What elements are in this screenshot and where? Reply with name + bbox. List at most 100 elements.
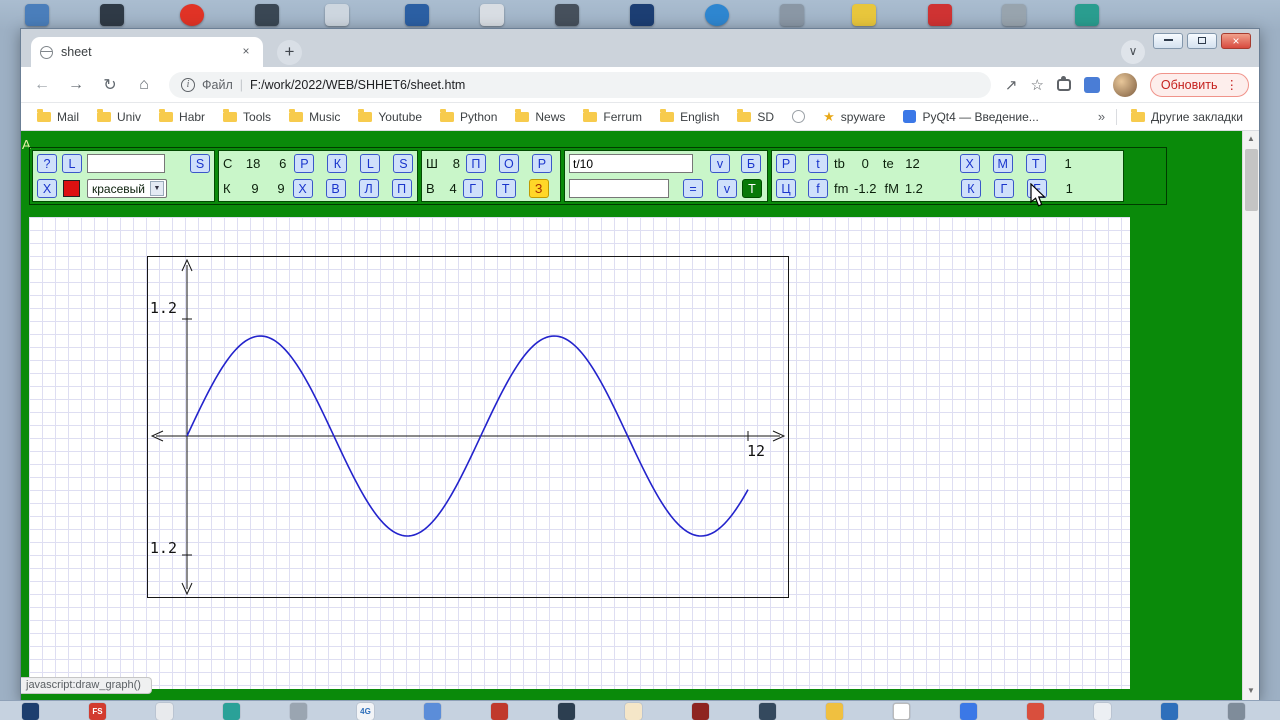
profile-avatar[interactable] <box>1112 72 1137 97</box>
window-close-button[interactable]: × <box>1221 33 1251 49</box>
bookmark-tools[interactable]: Tools <box>215 107 279 127</box>
desktop-icon[interactable] <box>25 4 49 26</box>
forward-icon[interactable]: → <box>63 72 89 98</box>
taskbar-icon[interactable] <box>1094 703 1111 720</box>
k-button[interactable]: К <box>327 154 348 173</box>
desktop-icon[interactable] <box>1075 4 1099 26</box>
scroll-down-icon[interactable]: ▼ <box>1243 683 1259 699</box>
taskbar-icon[interactable] <box>692 703 709 720</box>
bookmark-music[interactable]: Music <box>281 107 348 127</box>
desktop-icon[interactable] <box>100 4 124 26</box>
desktop-icon[interactable] <box>780 4 804 26</box>
bookmarks-overflow-icon[interactable]: » <box>1093 109 1110 124</box>
equals-button[interactable]: = <box>683 179 703 198</box>
window-maximize-button[interactable] <box>1187 33 1217 49</box>
bookmark-univ[interactable]: Univ <box>89 107 149 127</box>
window-minimize-button[interactable] <box>1153 33 1183 49</box>
bookmark-mail[interactable]: Mail <box>29 107 87 127</box>
taskbar-icon[interactable] <box>156 703 173 720</box>
address-bar[interactable]: i Файл | F:/work/2022/WEB/SHHET6/sheet.h… <box>169 71 991 98</box>
l3-button[interactable]: Л <box>358 179 379 198</box>
bookmark-english[interactable]: English <box>652 107 727 127</box>
p2-button[interactable]: П <box>465 154 486 173</box>
f-button[interactable]: f <box>808 179 828 198</box>
taskbar-icon[interactable] <box>22 703 39 720</box>
taskbar-icon[interactable] <box>1161 703 1178 720</box>
taskbar-icon[interactable] <box>558 703 575 720</box>
m-button[interactable]: М <box>992 154 1013 173</box>
bookmark-youtube[interactable]: Youtube <box>350 107 430 127</box>
taskbar-icon[interactable] <box>625 703 642 720</box>
x-button[interactable]: X <box>37 179 57 198</box>
bookmark-globe[interactable] <box>784 107 813 126</box>
bookmark-ferrum[interactable]: Ferrum <box>575 107 650 127</box>
bookmark-star-icon[interactable]: ☆ <box>1030 76 1043 94</box>
page-scrollbar[interactable]: ▲ ▼ <box>1242 131 1259 701</box>
tab-search-chevron-icon[interactable]: ∨ <box>1121 40 1145 64</box>
color-swatch[interactable] <box>63 180 80 197</box>
home-icon[interactable]: ⌂ <box>131 72 157 98</box>
p-button[interactable]: П <box>391 179 412 198</box>
desktop-icon[interactable] <box>255 4 279 26</box>
formula-input[interactable] <box>569 154 693 173</box>
desktop-icon[interactable] <box>630 4 654 26</box>
x2-button[interactable]: Х <box>292 179 313 198</box>
s2-button[interactable]: S <box>393 154 414 173</box>
r3-button[interactable]: Р <box>776 154 796 173</box>
taskbar-icon-4g[interactable]: 4G <box>357 703 374 720</box>
desktop-icon[interactable] <box>852 4 876 26</box>
t2-button[interactable]: t <box>808 154 828 173</box>
taskbar-icon[interactable] <box>290 703 307 720</box>
desktop-icon[interactable] <box>1002 4 1026 26</box>
desktop-icon[interactable] <box>705 4 729 26</box>
t3-button[interactable]: Т <box>1025 154 1046 173</box>
taskbar-icon[interactable] <box>826 703 843 720</box>
share-icon[interactable]: ↗ <box>1005 76 1018 94</box>
taskbar-icon[interactable] <box>893 703 910 720</box>
g-button[interactable]: Г <box>462 179 483 198</box>
other-bookmarks[interactable]: Другие закладки <box>1123 107 1251 127</box>
l-button[interactable]: L <box>62 154 82 173</box>
s-button[interactable]: S <box>190 154 210 173</box>
formula-input2[interactable] <box>569 179 669 198</box>
r-button[interactable]: Р <box>294 154 315 173</box>
v2-button[interactable]: v <box>710 154 730 173</box>
desktop-icon[interactable] <box>325 4 349 26</box>
bookmark-news[interactable]: News <box>507 107 573 127</box>
taskbar-icon[interactable] <box>759 703 776 720</box>
g2-button[interactable]: Г <box>993 179 1014 198</box>
taskbar-icon[interactable] <box>1228 703 1245 720</box>
t-button-highlighted[interactable]: Т <box>742 179 762 198</box>
taskbar-icon[interactable] <box>960 703 977 720</box>
v3-button[interactable]: v <box>717 179 737 198</box>
v-button[interactable]: В <box>325 179 346 198</box>
z-button-highlighted[interactable]: З <box>528 179 549 198</box>
scroll-up-icon[interactable]: ▲ <box>1243 131 1259 147</box>
taskbar-icon[interactable] <box>424 703 441 720</box>
new-tab-button[interactable]: + <box>277 40 302 65</box>
bookmark-spyware[interactable]: ★ spyware <box>815 106 893 128</box>
desktop-icon[interactable] <box>928 4 952 26</box>
desktop-icon[interactable] <box>405 4 429 26</box>
ts-button[interactable]: Ц <box>776 179 796 198</box>
bookmark-python[interactable]: Python <box>432 107 505 127</box>
o-button[interactable]: О <box>498 154 519 173</box>
menu-dots-icon[interactable]: ⋮ <box>1226 77 1239 92</box>
desktop-icon[interactable] <box>180 4 204 26</box>
bookmark-pyqt[interactable]: PyQt4 — Введение... <box>895 107 1046 127</box>
help-button[interactable]: ? <box>37 154 57 173</box>
browser-tab[interactable]: sheet × <box>31 37 263 67</box>
taskbar-icon[interactable] <box>1027 703 1044 720</box>
info-icon[interactable]: i <box>181 77 195 92</box>
l2-button[interactable]: L <box>360 154 381 173</box>
b-button[interactable]: Б <box>741 154 761 173</box>
color-select[interactable]: красевый ▼ <box>87 179 167 198</box>
reload-icon[interactable]: ↻ <box>97 72 123 98</box>
bookmark-habr[interactable]: Habr <box>151 107 213 127</box>
k2-button[interactable]: К <box>960 179 981 198</box>
text-input[interactable] <box>87 154 165 173</box>
t-button[interactable]: Т <box>495 179 516 198</box>
chrome-update-button[interactable]: Обновить ⋮ <box>1149 72 1249 97</box>
tab-close-icon[interactable]: × <box>238 44 254 60</box>
x3-button[interactable]: Х <box>959 154 980 173</box>
